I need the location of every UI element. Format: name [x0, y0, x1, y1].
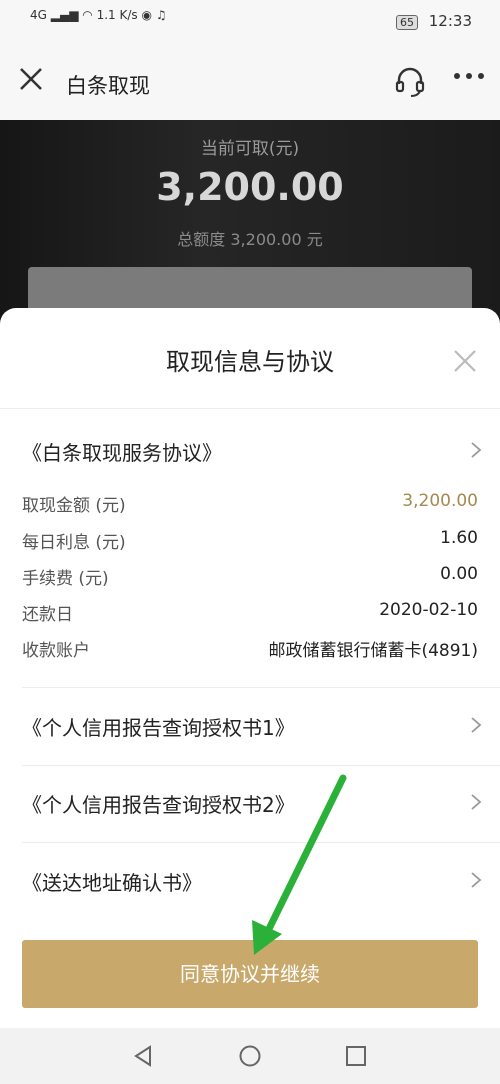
system-nav-bar — [0, 1028, 500, 1084]
headset-icon[interactable] — [394, 66, 426, 98]
sheet-title: 取现信息与协议 — [166, 348, 334, 376]
signal-icon: ▂▄▆ — [50, 8, 79, 22]
home-icon[interactable] — [238, 1044, 262, 1068]
status-left: 4G ▂▄▆ ◠ 1.1 K/s ◉ ♫ — [30, 8, 167, 22]
service-agreement-label: 《白条取现服务协议》 — [22, 441, 222, 465]
speed-value: 1.1 — [96, 8, 116, 22]
chevron-right-icon — [471, 872, 482, 888]
back-icon[interactable] — [131, 1044, 155, 1068]
wifi-icon: ◠ — [82, 8, 93, 22]
detail-label: 还款日 — [22, 605, 73, 625]
close-icon[interactable] — [18, 66, 44, 92]
speed-unit: K/s — [119, 8, 138, 22]
detail-value: 3,200.00 — [402, 491, 478, 511]
bell-icon: ♫ — [155, 8, 167, 22]
detail-label: 每日利息 (元) — [22, 533, 126, 553]
detail-value: 邮政储蓄银行储蓄卡(4891) — [268, 641, 478, 661]
available-amount: 3,200.00 — [156, 165, 344, 209]
detail-label: 手续费 (元) — [22, 569, 109, 589]
detail-label: 收款账户 — [22, 641, 90, 661]
recents-icon[interactable] — [344, 1044, 368, 1068]
agreement-label: 《送达地址确认书》 — [22, 871, 202, 895]
status-right: 65 12:33 — [395, 12, 472, 30]
chevron-right-icon — [471, 717, 482, 733]
more-icon[interactable] — [452, 66, 486, 86]
detail-value: 0.00 — [440, 564, 478, 584]
network-indicator: 4G — [30, 8, 47, 22]
detail-value: 2020-02-10 — [379, 600, 478, 620]
detail-label: 取现金额 (元) — [22, 496, 126, 516]
battery-level: 65 — [399, 16, 414, 29]
battery-icon: 65 — [395, 15, 418, 30]
total-limit: 总额度 3,200.00 元 — [177, 230, 323, 249]
chevron-right-icon — [471, 794, 482, 810]
agreement-label: 《个人信用报告查询授权书1》 — [22, 716, 295, 740]
divider — [0, 408, 500, 409]
service-agreement-link[interactable]: 《白条取现服务协议》 — [22, 437, 482, 466]
detail-value: 1.60 — [440, 528, 478, 548]
divider — [22, 687, 500, 688]
nav-bar: 白条取现 — [0, 44, 500, 120]
status-time: 12:33 — [428, 12, 472, 30]
location-icon: ◉ — [141, 8, 152, 22]
divider — [22, 765, 500, 766]
chevron-right-icon — [471, 442, 482, 458]
agreement-link[interactable]: 《个人信用报告查询授权书1》 — [22, 712, 482, 741]
status-bar: 4G ▂▄▆ ◠ 1.1 K/s ◉ ♫ 65 12:33 — [0, 0, 500, 44]
annotation-arrow-icon — [252, 774, 347, 955]
sheet-close-icon[interactable] — [452, 348, 478, 374]
page-title: 白条取现 — [66, 74, 150, 98]
available-label: 当前可取(元) — [200, 139, 300, 159]
